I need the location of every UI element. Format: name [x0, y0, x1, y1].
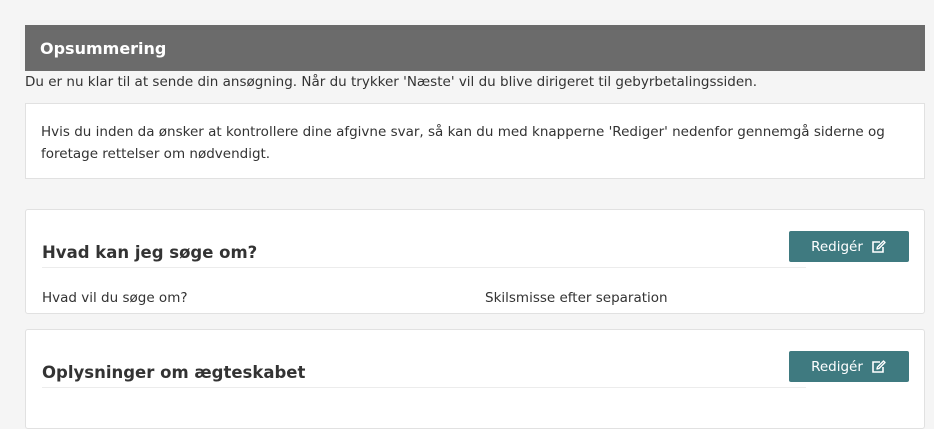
notice-box: Hvis du inden da ønsker at kontrollere d…	[25, 103, 925, 179]
notice-text: Hvis du inden da ønsker at kontrollere d…	[41, 124, 885, 162]
section-divider	[42, 267, 806, 268]
section-divider	[42, 387, 806, 388]
edit-button[interactable]: Redigér	[789, 231, 909, 262]
summary-header: Opsummering	[25, 25, 925, 71]
section-card-marriage-info: Oplysninger om ægteskabet Redigér	[25, 329, 925, 429]
edit-button-label: Redigér	[811, 238, 863, 255]
edit-button[interactable]: Redigér	[789, 351, 909, 382]
field-label: Hvad vil du søge om?	[42, 290, 188, 306]
section-title: Hvad kan jeg søge om?	[42, 243, 258, 262]
edit-button-label: Redigér	[811, 358, 863, 375]
page-title: Opsummering	[40, 38, 167, 58]
edit-icon	[871, 239, 887, 254]
edit-icon	[871, 359, 887, 374]
section-card-application-type: Hvad kan jeg søge om? Redigér Hvad vil d…	[25, 209, 925, 314]
intro-text: Du er nu klar til at sende din ansøgning…	[25, 74, 757, 90]
section-title: Oplysninger om ægteskabet	[42, 363, 306, 382]
field-value: Skilsmisse efter separation	[485, 290, 668, 306]
